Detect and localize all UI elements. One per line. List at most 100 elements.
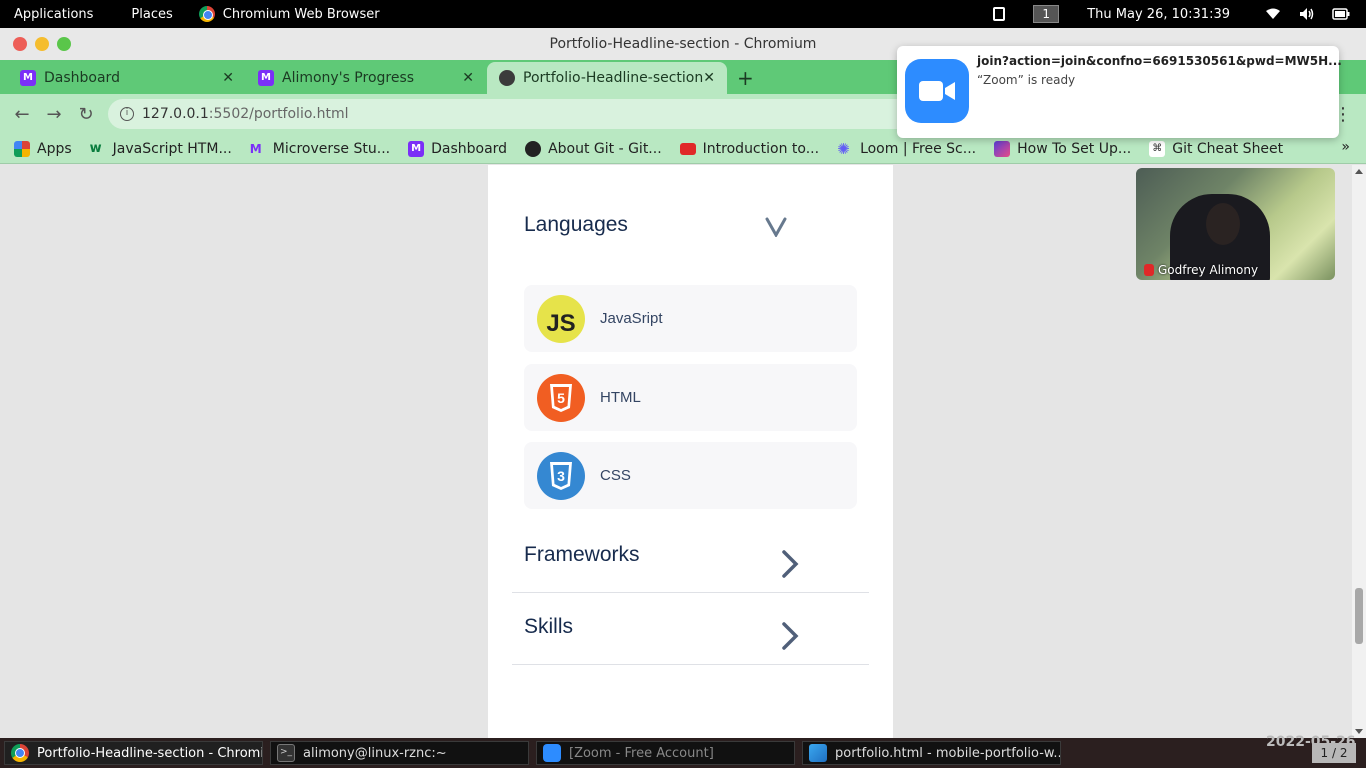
new-tab-button[interactable]: + (737, 66, 754, 90)
tab-alimonys-progress[interactable]: M Alimony's Progress ✕ (238, 62, 486, 94)
volume-icon[interactable] (1298, 7, 1316, 21)
bookmark-label: Dashboard (431, 140, 508, 157)
more-bookmarks-icon[interactable]: » (1341, 139, 1350, 155)
chevron-right-icon[interactable] (781, 549, 799, 583)
workspace-indicator[interactable]: 1 / 2 (1312, 743, 1356, 763)
bookmark-apps[interactable]: Apps (0, 140, 81, 157)
close-tab-icon[interactable]: ✕ (222, 70, 234, 86)
microverse-icon: M (20, 70, 36, 86)
bookmark-about-git[interactable]: About Git - Git... (516, 140, 671, 157)
languages-heading: Languages (524, 213, 628, 236)
clock[interactable]: Thu May 26, 10:31:39 (1087, 7, 1230, 22)
bookmark-introduction[interactable]: Introduction to... (671, 141, 828, 157)
github-icon (525, 140, 542, 157)
bookmark-label: Introduction to... (702, 140, 820, 157)
scrollbar-thumb[interactable] (1355, 588, 1363, 644)
bookmark-microverse[interactable]: M Microverse Stu... (241, 141, 399, 157)
muted-mic-icon (1144, 264, 1154, 276)
page-scrollbar[interactable] (1352, 165, 1366, 738)
participant-name: Godfrey Alimony (1158, 263, 1259, 277)
chromium-icon (198, 6, 215, 22)
language-label: HTML (600, 389, 641, 406)
chevron-right-icon[interactable] (781, 621, 799, 655)
divider (512, 664, 869, 665)
skills-card: Languages JS JavaSript 5 HTML 3 CSS Fram… (488, 165, 893, 738)
zoom-icon (543, 744, 561, 762)
divider (512, 592, 869, 593)
taskbar-label: portfolio.html - mobile-portfolio-w... (835, 745, 1061, 761)
taskbar-item-chromium[interactable]: Portfolio-Headline-section - Chromi... (4, 741, 263, 765)
taskbar-item-terminal[interactable]: >_ alimony@linux-rznc:~ (270, 741, 529, 765)
bookmark-label: Git Cheat Sheet (1172, 140, 1284, 157)
taskbar-item-zoom[interactable]: [Zoom - Free Account] (536, 741, 795, 765)
back-button[interactable]: ← (6, 104, 38, 125)
participant-name-tag: Godfrey Alimony (1144, 263, 1258, 277)
taskbar-label: alimony@linux-rznc:~ (303, 745, 447, 761)
zoom-video-tile[interactable]: Godfrey Alimony (1136, 168, 1335, 280)
tab-dashboard[interactable]: M Dashboard ✕ (0, 62, 246, 94)
bookmark-label: How To Set Up... (1017, 140, 1132, 157)
bookmark-label: Loom | Free Sc... (860, 140, 977, 157)
tab-label: Portfolio-Headline-section (523, 70, 704, 86)
tab-portfolio-headline[interactable]: Portfolio-Headline-section ✕ (487, 62, 727, 94)
css3-icon: 3 (537, 451, 585, 500)
zoom-notification[interactable]: join?action=join&confno=6691530561&pwd=M… (897, 46, 1342, 138)
chevron-down-icon[interactable] (765, 217, 787, 241)
active-app-label: Chromium Web Browser (222, 6, 380, 22)
bookmark-how-to-set-up[interactable]: How To Set Up... (985, 140, 1140, 157)
bookmark-loom[interactable]: ✺ Loom | Free Sc... (828, 141, 985, 157)
language-item-html: 5 HTML (524, 364, 857, 431)
forward-button[interactable]: → (38, 104, 70, 125)
bookmark-label: About Git - Git... (548, 140, 662, 157)
microverse-icon: M (258, 70, 274, 86)
zoom-camera-icon (905, 59, 969, 123)
url-path: :5502/portfolio.html (208, 106, 349, 122)
javascript-icon: JS (537, 294, 585, 343)
scroll-up-icon[interactable] (1355, 169, 1363, 174)
taskbar-label: [Zoom - Free Account] (569, 745, 714, 761)
close-tab-icon[interactable]: ✕ (462, 70, 474, 86)
wifi-icon[interactable] (1264, 7, 1282, 21)
skills-heading[interactable]: Skills (524, 615, 573, 639)
applications-menu[interactable]: Applications (0, 7, 107, 22)
reload-button[interactable]: ↻ (70, 104, 102, 125)
youtube-icon (679, 142, 696, 155)
language-item-javascript: JS JavaSript (524, 285, 857, 352)
globe-icon (499, 70, 515, 86)
close-window-button[interactable] (13, 37, 27, 51)
system-tray: 1 Thu May 26, 10:31:39 (993, 0, 1366, 28)
taskbar-item-vscode[interactable]: portfolio.html - mobile-portfolio-w... (802, 741, 1061, 765)
workspace-switcher[interactable]: 1 (1033, 5, 1060, 23)
site-info-icon[interactable]: i (120, 107, 134, 121)
minimize-window-button[interactable] (35, 37, 49, 51)
taskbar-label: Portfolio-Headline-section - Chromi... (37, 745, 263, 761)
maximize-window-button[interactable] (57, 37, 71, 51)
bottom-taskbar: Portfolio-Headline-section - Chromi... >… (0, 734, 1366, 768)
w3schools-icon: w (89, 140, 102, 156)
clipboard-icon[interactable] (993, 7, 1006, 21)
bookmark-git-cheat-sheet[interactable]: ⌘ Git Cheat Sheet (1140, 140, 1292, 157)
language-label: JavaSript (600, 310, 663, 327)
bookmark-site-icon (994, 140, 1011, 157)
active-app-menu[interactable]: Chromium Web Browser (187, 6, 380, 22)
frameworks-heading[interactable]: Frameworks (524, 543, 640, 567)
participant-head (1206, 203, 1240, 245)
bookmark-dashboard[interactable]: M Dashboard (399, 140, 516, 157)
system-top-bar: Applications Places Chromium Web Browser… (0, 0, 1366, 28)
tab-label: Dashboard (44, 70, 120, 86)
bookmarks-bar: Apps w JavaScript HTM... M Microverse St… (0, 134, 1366, 164)
loom-icon: ✺ (837, 139, 850, 158)
battery-icon[interactable] (1332, 7, 1350, 21)
bookmark-javascript[interactable]: w JavaScript HTM... (81, 141, 241, 157)
places-menu[interactable]: Places (107, 7, 186, 22)
microverse-icon: M (408, 140, 425, 157)
bookmark-label: Microverse Stu... (272, 140, 391, 157)
apps-grid-icon (14, 140, 30, 157)
notification-title: join?action=join&confno=6691530561&pwd=M… (977, 54, 1342, 68)
notification-body: “Zoom” is ready (977, 73, 1076, 87)
css3-logo-text: 3 (557, 468, 565, 484)
html5-logo-text: 5 (557, 390, 565, 406)
command-key-icon: ⌘ (1149, 140, 1166, 157)
close-tab-icon[interactable]: ✕ (703, 70, 715, 86)
url-host: 127.0.0.1 (142, 106, 209, 122)
